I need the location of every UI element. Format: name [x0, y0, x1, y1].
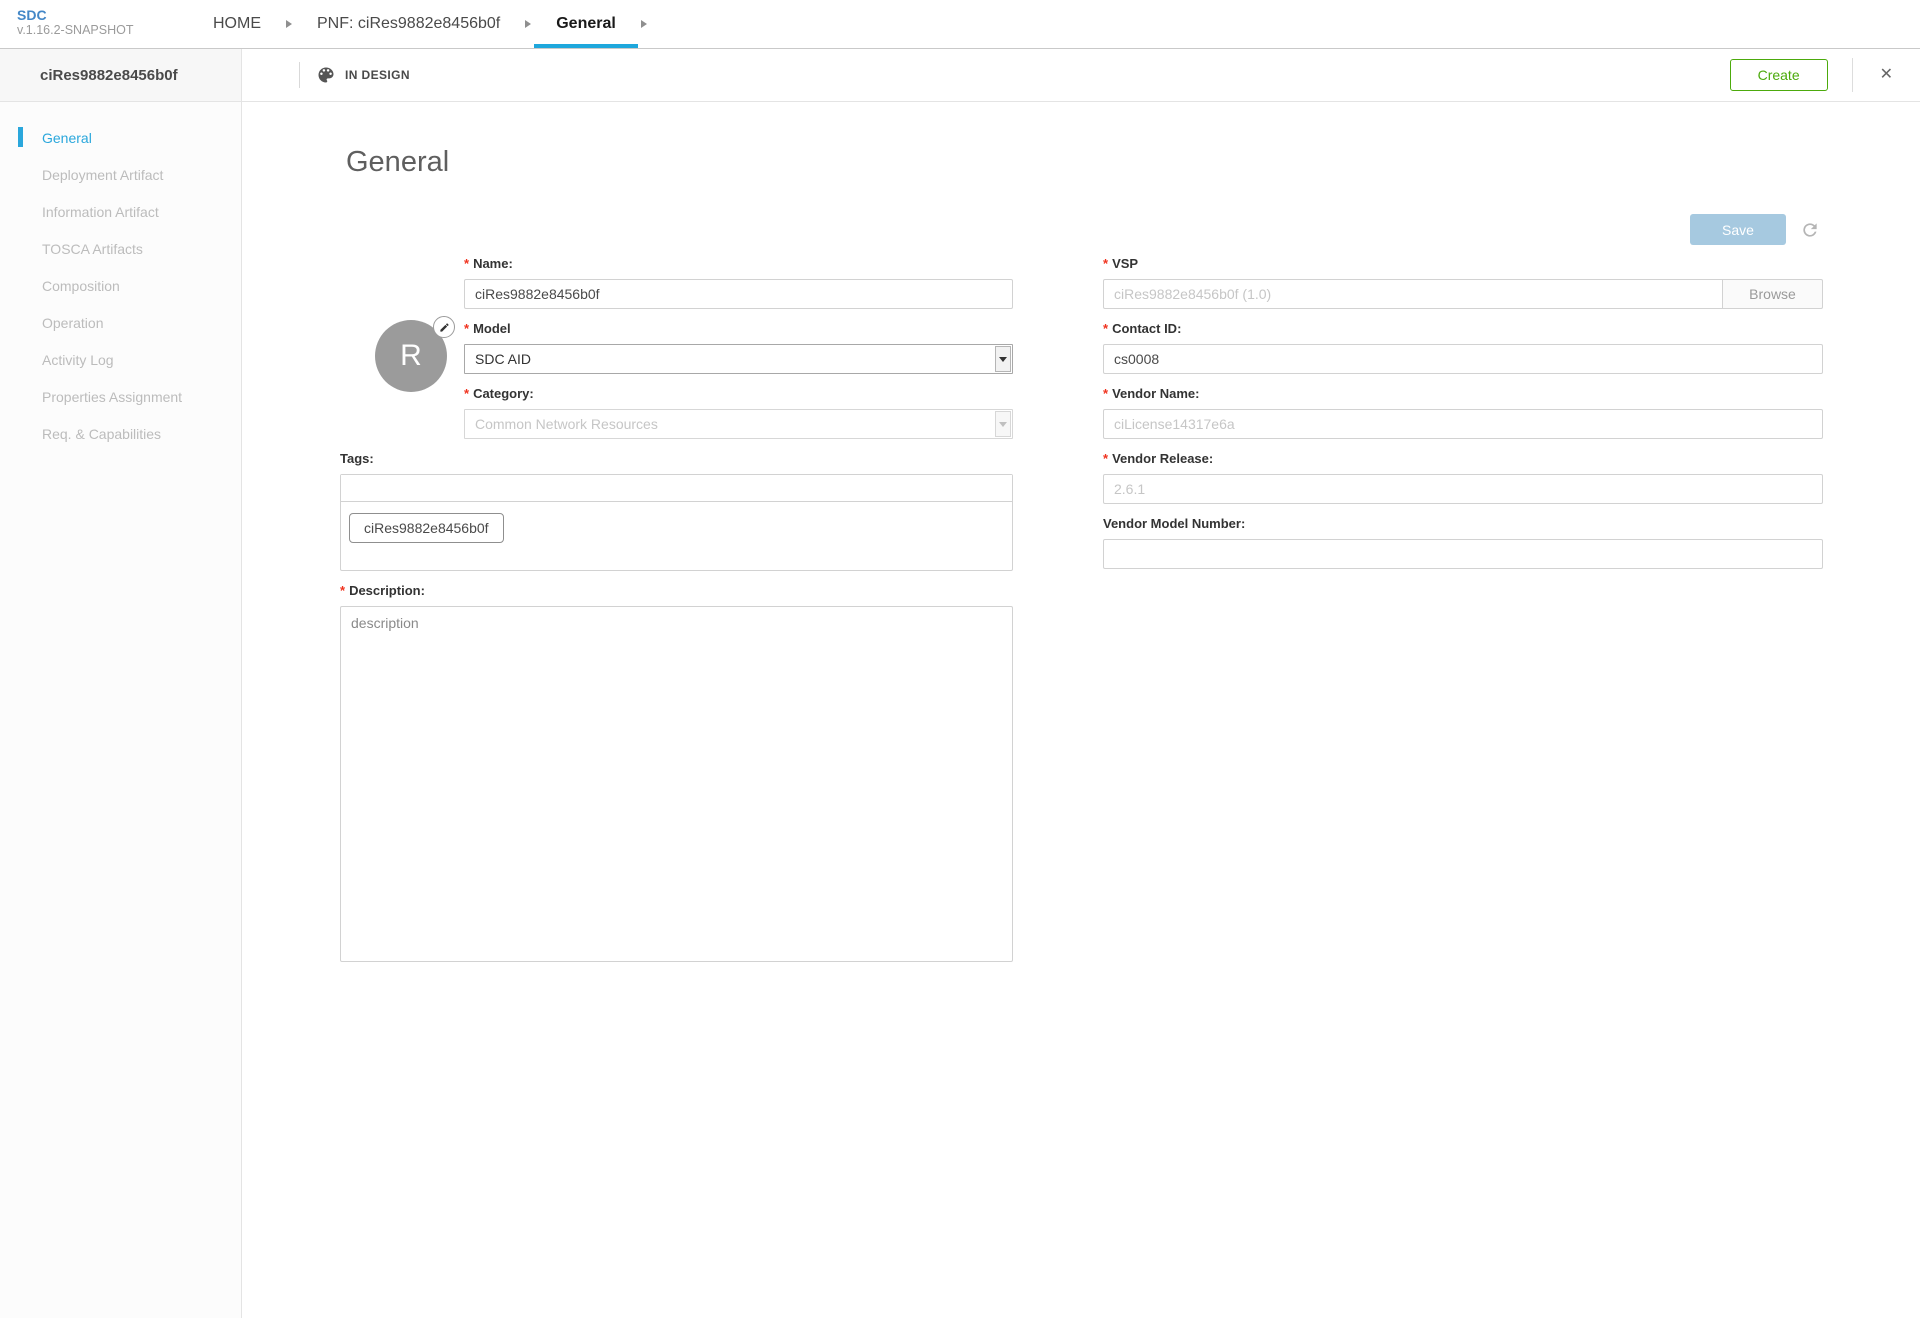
- breadcrumb-arrow-icon: [640, 20, 647, 28]
- content-header: IN DESIGN Create ✕: [242, 49, 1920, 101]
- lifecycle-status-badge: IN DESIGN: [345, 68, 410, 82]
- refresh-icon[interactable]: [1800, 220, 1820, 240]
- required-mark: *: [1103, 256, 1109, 271]
- required-mark: *: [464, 386, 470, 401]
- divider: [1851, 58, 1853, 92]
- vendor-release-label: * Vendor Release:: [1103, 451, 1214, 466]
- required-mark: *: [1103, 321, 1109, 336]
- tab-home[interactable]: HOME: [191, 0, 283, 48]
- tags-input[interactable]: [341, 475, 1012, 502]
- sidebar-item-req-capabilities[interactable]: Req. & Capabilities: [0, 415, 241, 452]
- sidebar-item-properties-assignment[interactable]: Properties Assignment: [0, 378, 241, 415]
- form-right-column: *VSP Browse *Contact ID: *Vendor Nam: [1103, 256, 1823, 974]
- sidebar-item-information-artifact[interactable]: Information Artifact: [0, 193, 241, 230]
- pencil-icon: [439, 322, 449, 332]
- model-label: * Model: [464, 321, 511, 336]
- breadcrumb-arrow-icon: [525, 20, 532, 28]
- general-form: R *Name: *Model: [242, 256, 1920, 974]
- vsp-input-group: Browse: [1103, 279, 1823, 309]
- name-input[interactable]: [464, 279, 1013, 309]
- close-icon[interactable]: ✕: [1880, 67, 1893, 83]
- breadcrumb: HOME PNF: ciRes9882e8456b0f General: [191, 0, 650, 48]
- tag-chip[interactable]: ciRes9882e8456b0f: [349, 513, 504, 543]
- name-label: * Name:: [464, 256, 513, 271]
- sidebar-item-composition[interactable]: Composition: [0, 267, 241, 304]
- vsp-input: [1103, 279, 1723, 309]
- tab-pnf-resource[interactable]: PNF: ciRes9882e8456b0f: [295, 0, 522, 48]
- model-select[interactable]: SDC AID: [464, 344, 1013, 374]
- top-nav-bar: SDC v.1.16.2-SNAPSHOT HOME PNF: ciRes988…: [0, 0, 1920, 49]
- required-mark: *: [1103, 451, 1109, 466]
- category-label: * Category:: [464, 386, 534, 401]
- sidebar-item-operation[interactable]: Operation: [0, 304, 241, 341]
- contact-id-field: * Contact ID:: [1103, 321, 1823, 374]
- vsp-label: * VSP: [1103, 256, 1139, 271]
- divider: [299, 62, 300, 88]
- breadcrumb-arrow-icon: [286, 20, 292, 28]
- save-button[interactable]: Save: [1690, 214, 1786, 245]
- vendor-release-input: [1103, 474, 1823, 504]
- tab-general[interactable]: General: [534, 0, 638, 48]
- page-title: General: [346, 146, 450, 178]
- name-field: * Name:: [464, 256, 1013, 309]
- contact-id-label: * Contact ID:: [1103, 321, 1182, 336]
- required-mark: *: [1103, 386, 1109, 401]
- form-left-column: R *Name: *Model: [340, 256, 1013, 974]
- required-mark: *: [464, 321, 470, 336]
- tags-field: Tags: ciRes9882e8456b0f: [340, 451, 1013, 571]
- vendor-name-field: * Vendor Name:: [1103, 386, 1823, 439]
- vendor-name-label: * Vendor Name:: [1103, 386, 1200, 401]
- required-mark: *: [464, 256, 470, 271]
- avatar-letter: R: [400, 339, 422, 372]
- vendor-name-input: [1103, 409, 1823, 439]
- vsp-field: *VSP Browse: [1103, 256, 1823, 309]
- vendor-model-number-input[interactable]: [1103, 539, 1823, 569]
- sdc-logo: SDC v.1.16.2-SNAPSHOT: [17, 0, 191, 48]
- required-mark: *: [340, 583, 346, 598]
- browse-button[interactable]: Browse: [1723, 279, 1823, 309]
- sidebar-item-general[interactable]: General: [0, 119, 241, 156]
- create-button[interactable]: Create: [1729, 59, 1828, 91]
- tags-container: ciRes9882e8456b0f: [340, 474, 1013, 571]
- sidebar-item-activity-log[interactable]: Activity Log: [0, 341, 241, 378]
- contact-id-input[interactable]: [1103, 344, 1823, 374]
- caret-down-icon[interactable]: [995, 346, 1011, 372]
- tags-label: Tags:: [340, 451, 374, 466]
- caret-down-icon: [995, 411, 1011, 437]
- resource-name-header: ciRes9882e8456b0f: [0, 49, 242, 101]
- description-textarea[interactable]: [340, 606, 1013, 962]
- description-field: * Description:: [340, 583, 1013, 962]
- avatar: R: [375, 316, 455, 392]
- palette-icon: [316, 65, 336, 85]
- description-label: * Description:: [340, 583, 425, 598]
- category-selected-value: Common Network Resources: [475, 416, 658, 432]
- logo-version: v.1.16.2-SNAPSHOT: [17, 23, 134, 37]
- sidebar-item-tosca-artifacts[interactable]: TOSCA Artifacts: [0, 230, 241, 267]
- vendor-model-number-field: Vendor Model Number:: [1103, 516, 1823, 569]
- active-indicator: [18, 127, 23, 147]
- save-row: Save: [242, 214, 1920, 245]
- vendor-model-number-label: Vendor Model Number:: [1103, 516, 1246, 531]
- model-selected-value: SDC AID: [475, 351, 532, 367]
- model-field: * Model SDC AID: [464, 321, 1013, 374]
- sidebar-menu: General Deployment Artifact Information …: [0, 102, 242, 1318]
- vendor-release-field: * Vendor Release:: [1103, 451, 1823, 504]
- edit-avatar-button[interactable]: [433, 316, 455, 338]
- workspace-header: ciRes9882e8456b0f IN DESIGN Create ✕: [0, 49, 1920, 102]
- sidebar-item-deployment-artifact[interactable]: Deployment Artifact: [0, 156, 241, 193]
- category-field: * Category: Common Network Resources: [464, 386, 1013, 439]
- category-select: Common Network Resources: [464, 409, 1013, 439]
- column-gap: [1013, 256, 1103, 974]
- logo-title: SDC: [17, 7, 47, 23]
- main-content: General Save R * Name: ciRes9882e8456b0f…: [242, 102, 1920, 1318]
